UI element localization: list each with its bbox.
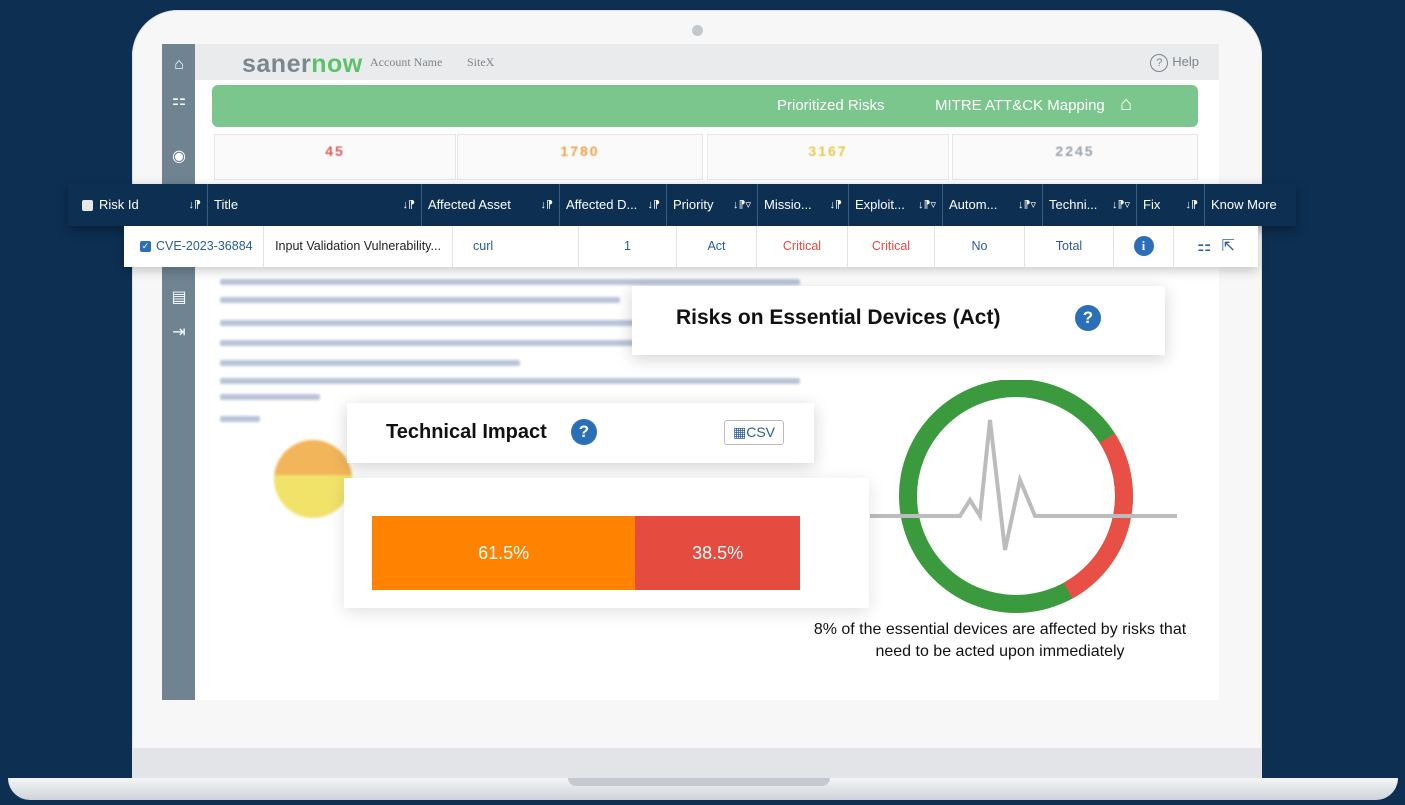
essential-caption: 8% of the essential devices are affected… bbox=[740, 619, 1260, 663]
stat-card[interactable]: 3167 bbox=[707, 134, 949, 180]
home-icon[interactable]: ⌂ bbox=[170, 56, 188, 74]
top-bar: sanernow Account Name SiteX ? Help bbox=[195, 44, 1219, 80]
essential-devices-card: Risks on Essential Devices (Act) ? bbox=[632, 286, 1165, 355]
col-affected-asset[interactable]: Affected Asset ↓⁋ bbox=[422, 184, 560, 226]
essential-card-title: Risks on Essential Devices (Act) bbox=[676, 306, 1001, 329]
row-checkbox[interactable]: ✓ bbox=[140, 241, 151, 253]
site-name[interactable]: SiteX bbox=[467, 55, 494, 70]
impact-segment-high[interactable]: 61.5% bbox=[372, 516, 636, 590]
cell-devices[interactable]: 1 bbox=[579, 226, 677, 267]
sidebar: ⌂ ⚏ ◉ ▤ ⇥ bbox=[162, 44, 195, 700]
help-link[interactable]: ? Help bbox=[1150, 54, 1199, 72]
col-affected-devices[interactable]: Affected D... ↓⁋ bbox=[560, 184, 667, 226]
col-fix[interactable]: Fix ↓⁋ bbox=[1137, 184, 1205, 226]
technical-help-icon[interactable]: ? bbox=[571, 419, 597, 445]
stat-value: 2245 bbox=[1055, 143, 1095, 159]
help-icon: ? bbox=[1150, 54, 1169, 72]
cell-mission: Critical bbox=[757, 226, 848, 267]
col-know-more[interactable]: Know More bbox=[1205, 184, 1296, 226]
select-all-checkbox[interactable] bbox=[82, 200, 93, 212]
table-icon: ▦ bbox=[732, 424, 747, 440]
csv-export-button[interactable]: ▦CSV bbox=[724, 420, 784, 445]
stat-value: 1780 bbox=[560, 143, 600, 159]
col-title[interactable]: Title ↓⁋ bbox=[208, 184, 422, 226]
laptop-chin bbox=[132, 748, 1262, 782]
stat-card[interactable]: 1780 bbox=[457, 134, 703, 180]
cell-priority: Act bbox=[677, 226, 757, 267]
essential-devices-donut bbox=[870, 380, 1177, 613]
cell-know-more: ⚏ ⇱ bbox=[1174, 226, 1258, 267]
col-priority[interactable]: Priority ↓⁋▿ bbox=[667, 184, 758, 226]
cell-automation: No bbox=[935, 226, 1025, 267]
nav-bar: Prioritized Risks MITRE ATT&CK Mapping ⌂ bbox=[212, 85, 1198, 127]
cell-technical: Total bbox=[1025, 226, 1114, 267]
col-exploit[interactable]: Exploit... ↓⁋▿ bbox=[849, 184, 943, 226]
caption-line-2: need to be acted upon immediately bbox=[875, 643, 1125, 660]
essential-help-icon[interactable]: ? bbox=[1075, 305, 1101, 331]
camera-dot bbox=[692, 25, 703, 36]
table-row[interactable]: ✓ CVE-2023-36884 Input Validation Vulnera… bbox=[124, 226, 1258, 267]
col-technical[interactable]: Techni... ↓⁋▿ bbox=[1043, 184, 1137, 226]
logout-icon[interactable]: ⇥ bbox=[170, 324, 188, 342]
background-pie-chart bbox=[274, 440, 352, 518]
nav-prioritized-risks[interactable]: Prioritized Risks bbox=[777, 97, 885, 114]
cell-risk-id[interactable]: ✓ CVE-2023-36884 bbox=[124, 226, 264, 267]
cell-exploit: Critical bbox=[848, 226, 935, 267]
technical-card-title: Technical Impact bbox=[386, 421, 547, 443]
external-link-icon[interactable]: ⇱ bbox=[1221, 238, 1234, 255]
nav-mitre-mapping[interactable]: MITRE ATT&CK Mapping bbox=[935, 97, 1105, 114]
stat-value: 3167 bbox=[808, 143, 848, 159]
stat-card[interactable]: 45 bbox=[214, 134, 456, 180]
col-risk-id[interactable]: Risk Id ↓⁋ bbox=[68, 184, 208, 226]
stat-card[interactable]: 2245 bbox=[952, 134, 1198, 180]
cell-title[interactable]: Input Validation Vulnerability... bbox=[264, 226, 453, 267]
stat-value: 45 bbox=[325, 143, 345, 159]
eye-icon[interactable]: ◉ bbox=[170, 148, 188, 166]
impact-stacked-bar: 61.5% 38.5% bbox=[372, 516, 800, 590]
network-map-icon[interactable]: ⚏ bbox=[1197, 238, 1211, 255]
col-automation[interactable]: Autom... ↓⁋▿ bbox=[943, 184, 1043, 226]
col-mission[interactable]: Missio... ↓⁋ bbox=[758, 184, 849, 226]
laptop-notch bbox=[568, 778, 830, 786]
risk-table-header: Risk Id ↓⁋ Title ↓⁋ Affected Asset ↓⁋ Affec… bbox=[68, 184, 1296, 226]
network-icon[interactable]: ⚏ bbox=[170, 92, 188, 110]
cell-fix: i bbox=[1114, 226, 1174, 267]
account-name[interactable]: Account Name bbox=[370, 55, 442, 70]
caption-line-1: 8% of the essential devices are affected… bbox=[813, 621, 1187, 638]
clipboard-icon[interactable]: ▤ bbox=[170, 289, 188, 307]
info-icon[interactable]: i bbox=[1133, 236, 1154, 256]
impact-segment-critical[interactable]: 38.5% bbox=[635, 516, 800, 590]
cell-asset[interactable]: curl bbox=[453, 226, 579, 267]
technical-impact-card: Technical Impact ? ▦CSV bbox=[347, 403, 814, 463]
saner-now-logo: sanernow bbox=[242, 50, 363, 78]
home-nav-icon[interactable]: ⌂ bbox=[1120, 93, 1132, 116]
